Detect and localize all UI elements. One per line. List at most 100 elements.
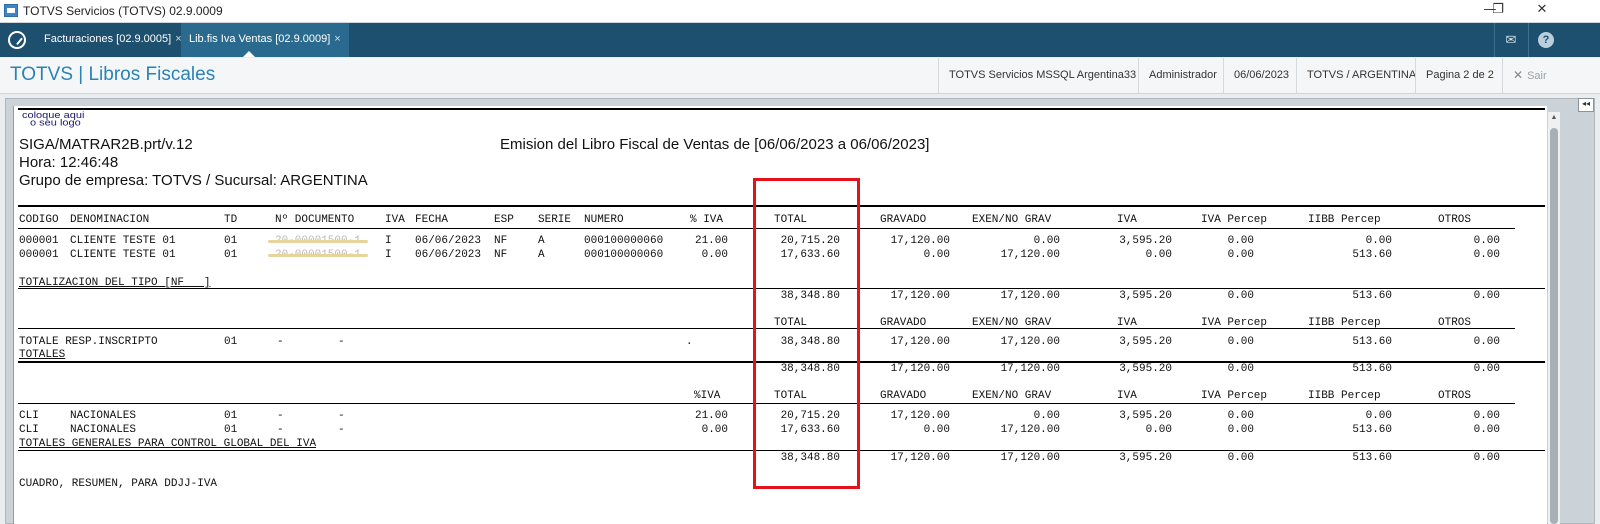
cell-iva-percep: 0.00	[1227, 235, 1254, 247]
user-label: Administrador	[1138, 58, 1227, 93]
report-title: Emision del Libro Fiscal de Ventas de [0…	[500, 136, 930, 153]
cell-codigo: 000001	[19, 235, 59, 247]
col-otros: OTROS	[1438, 390, 1472, 402]
col-serie: SERIE	[538, 214, 572, 226]
cell-exento: 17,120.00	[1000, 249, 1060, 261]
date-label: 06/06/2023	[1223, 58, 1299, 93]
cell-otros: 0.00	[1473, 235, 1500, 247]
cli-label: NACIONALES	[70, 424, 137, 436]
close-icon: ✕	[1513, 68, 1524, 82]
col-documento: Nº DOCUMENTO	[275, 214, 355, 226]
tab-close-icon[interactable]: ×	[334, 33, 340, 45]
cell-td: 01	[224, 249, 238, 261]
col-exento: EXEN/NO GRAV	[972, 214, 1052, 226]
col-td: TD	[224, 214, 238, 226]
totales-gravado: 17,120.00	[890, 363, 950, 375]
totales-iva: 3,595.20	[1119, 363, 1172, 375]
col-iva: IVA	[1117, 214, 1137, 226]
cell-pct-iva: 0.00	[701, 249, 728, 261]
divider	[18, 108, 1545, 110]
cli-iva-percep: 0.00	[1227, 410, 1254, 422]
scroll-up-icon[interactable]: ▲	[1548, 112, 1560, 124]
col-otros: OTROS	[1438, 214, 1472, 226]
mail-icon[interactable]: ✉	[1500, 30, 1522, 50]
tab-label: Facturaciones [02.9.0005]	[44, 33, 172, 45]
tipo-gravado: 17,120.00	[890, 290, 950, 302]
home-icon[interactable]	[8, 31, 26, 49]
divider	[1494, 23, 1495, 57]
cell-numero: 000100000060	[584, 249, 664, 261]
scroll-thumb[interactable]	[1550, 128, 1558, 524]
cli-otros: 0.00	[1473, 410, 1500, 422]
cell-gravado: 0.00	[923, 249, 950, 261]
cell-iva: 0.00	[1145, 249, 1172, 261]
col-codigo: CODIGO	[19, 214, 59, 226]
page-indicator: Pagina 2 de 2	[1415, 58, 1504, 93]
tipo-iibb-percep: 513.60	[1352, 290, 1392, 302]
resp-dot: .	[686, 336, 693, 348]
col-esp: ESP	[494, 214, 514, 226]
generales-otros: 0.00	[1473, 452, 1500, 464]
col-exento: EXEN/NO GRAV	[972, 390, 1052, 402]
tipo-iva: 3,595.20	[1119, 290, 1172, 302]
cli-code: CLI	[19, 410, 39, 422]
tipo-iva-percep: 0.00	[1227, 290, 1254, 302]
divider	[1528, 23, 1529, 57]
app-icon	[4, 4, 18, 17]
environment-label: TOTVS Servicios MSSQL Argentina33	[938, 58, 1146, 93]
resp-label: TOTALE RESP.INSCRIPTO	[19, 336, 158, 348]
window-title: TOTVS Servicios (TOTVS) 02.9.0009	[23, 4, 223, 18]
totales-otros: 0.00	[1473, 363, 1500, 375]
cell-denominacion: CLIENTE TESTE 01	[70, 235, 176, 247]
generales-iva-percep: 0.00	[1227, 452, 1254, 464]
redaction-mark	[268, 240, 368, 243]
tab-bar: Facturaciones [02.9.0005] × Lib.fis Iva V…	[0, 23, 1600, 57]
cell-esp: NF	[494, 249, 508, 261]
help-icon[interactable]: ?	[1538, 32, 1554, 48]
total-column-highlight	[753, 178, 860, 489]
cli-dash: -	[338, 424, 345, 436]
cell-fecha: 06/06/2023	[415, 235, 482, 247]
cli-iva: 3,595.20	[1119, 410, 1172, 422]
col-pct-iva: % IVA	[690, 214, 724, 226]
report-logo: coloque aqui o seu logo	[22, 111, 84, 129]
cli-td: 01	[224, 424, 238, 436]
cli-iva-percep: 0.00	[1227, 424, 1254, 436]
cell-iva: 3,595.20	[1119, 235, 1172, 247]
restore-button[interactable]: ❐	[1476, 0, 1520, 22]
cli-dash: -	[277, 424, 284, 436]
cli-otros: 0.00	[1473, 424, 1500, 436]
cli-gravado: 17,120.00	[890, 410, 950, 422]
vertical-scrollbar[interactable]: ▲	[1548, 112, 1560, 524]
report-group: Grupo de empresa: TOTVS / Sucursal: ARGE…	[19, 172, 368, 189]
col-iva-type: IVA	[385, 214, 405, 226]
page-title: TOTVS | Libros Fiscales	[10, 64, 216, 85]
cli-dash: -	[338, 410, 345, 422]
close-window-button[interactable]: ✕	[1520, 0, 1564, 22]
cell-numero: 000100000060	[584, 235, 664, 247]
page-header: TOTVS | Libros Fiscales TOTVS Servicios …	[0, 58, 1600, 94]
cli-iibb-percep: 0.00	[1365, 410, 1392, 422]
exit-label: Sair	[1527, 70, 1547, 82]
tab-facturaciones[interactable]: Facturaciones [02.9.0005] ×	[36, 23, 190, 57]
col-fecha: FECHA	[415, 214, 449, 226]
generales-exento: 17,120.00	[1000, 452, 1060, 464]
cell-pct-iva: 21.00	[694, 235, 728, 247]
col-denominacion: DENOMINACION	[70, 214, 150, 226]
col-gravado: GRAVADO	[880, 390, 927, 402]
cli-td: 01	[224, 410, 238, 422]
cli-pct: 21.00	[694, 410, 728, 422]
collapse-icon[interactable]: ◂◂	[1578, 98, 1594, 112]
totales-iva-percep: 0.00	[1227, 363, 1254, 375]
exit-button[interactable]: ✕ Sair	[1502, 58, 1557, 93]
logo-line: o seu logo	[30, 117, 81, 129]
cli-label: NACIONALES	[70, 410, 137, 422]
cli-exento: 0.00	[1033, 410, 1060, 422]
cell-denominacion: CLIENTE TESTE 01	[70, 249, 176, 261]
cli-dash: -	[277, 410, 284, 422]
company-label: TOTVS / ARGENTINA	[1296, 58, 1426, 93]
tab-lib-fis-iva-ventas[interactable]: Lib.fis Iva Ventas [02.9.0009] ×	[181, 23, 349, 57]
totales-exento: 17,120.00	[1000, 363, 1060, 375]
cell-serie: A	[538, 235, 545, 247]
cli-iibb-percep: 513.60	[1352, 424, 1392, 436]
